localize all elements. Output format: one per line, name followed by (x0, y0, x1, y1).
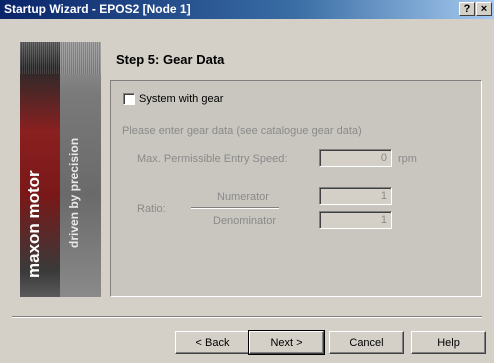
gear-panel (110, 80, 482, 297)
system-with-gear-checkbox[interactable] (123, 93, 135, 105)
gear-data-hint: Please enter gear data (see catalogue ge… (122, 125, 362, 137)
max-speed-unit: rpm (398, 153, 417, 165)
title-bar: Startup Wizard - EPOS2 [Node 1] ? × (0, 0, 494, 19)
step-title: Step 5: Gear Data (116, 52, 225, 67)
brand-banner: maxon motor driven by precision (20, 42, 101, 297)
footer-separator (12, 316, 482, 318)
brand-tagline: driven by precision (67, 137, 81, 248)
max-speed-label: Max. Permissible Entry Speed: (137, 153, 288, 165)
window-title: Startup Wizard - EPOS2 [Node 1] (4, 2, 191, 16)
numerator-field[interactable]: 1 (319, 187, 392, 205)
close-icon[interactable]: × (476, 2, 492, 16)
help-button[interactable]: Help (411, 331, 486, 354)
denominator-label: Denominator (213, 215, 276, 227)
numerator-label: Numerator (217, 191, 269, 203)
next-button[interactable]: Next > (248, 330, 325, 355)
ratio-divider (191, 207, 279, 209)
help-icon[interactable]: ? (459, 2, 475, 16)
denominator-field[interactable]: 1 (319, 211, 392, 229)
ratio-label: Ratio: (137, 203, 166, 215)
brand-logo-text: maxon motor (24, 170, 43, 278)
system-with-gear-label[interactable]: System with gear (139, 93, 223, 105)
back-button[interactable]: < Back (175, 331, 250, 354)
cancel-button[interactable]: Cancel (329, 331, 404, 354)
banner-stripes (20, 42, 101, 74)
max-speed-field[interactable]: 0 (319, 149, 392, 167)
